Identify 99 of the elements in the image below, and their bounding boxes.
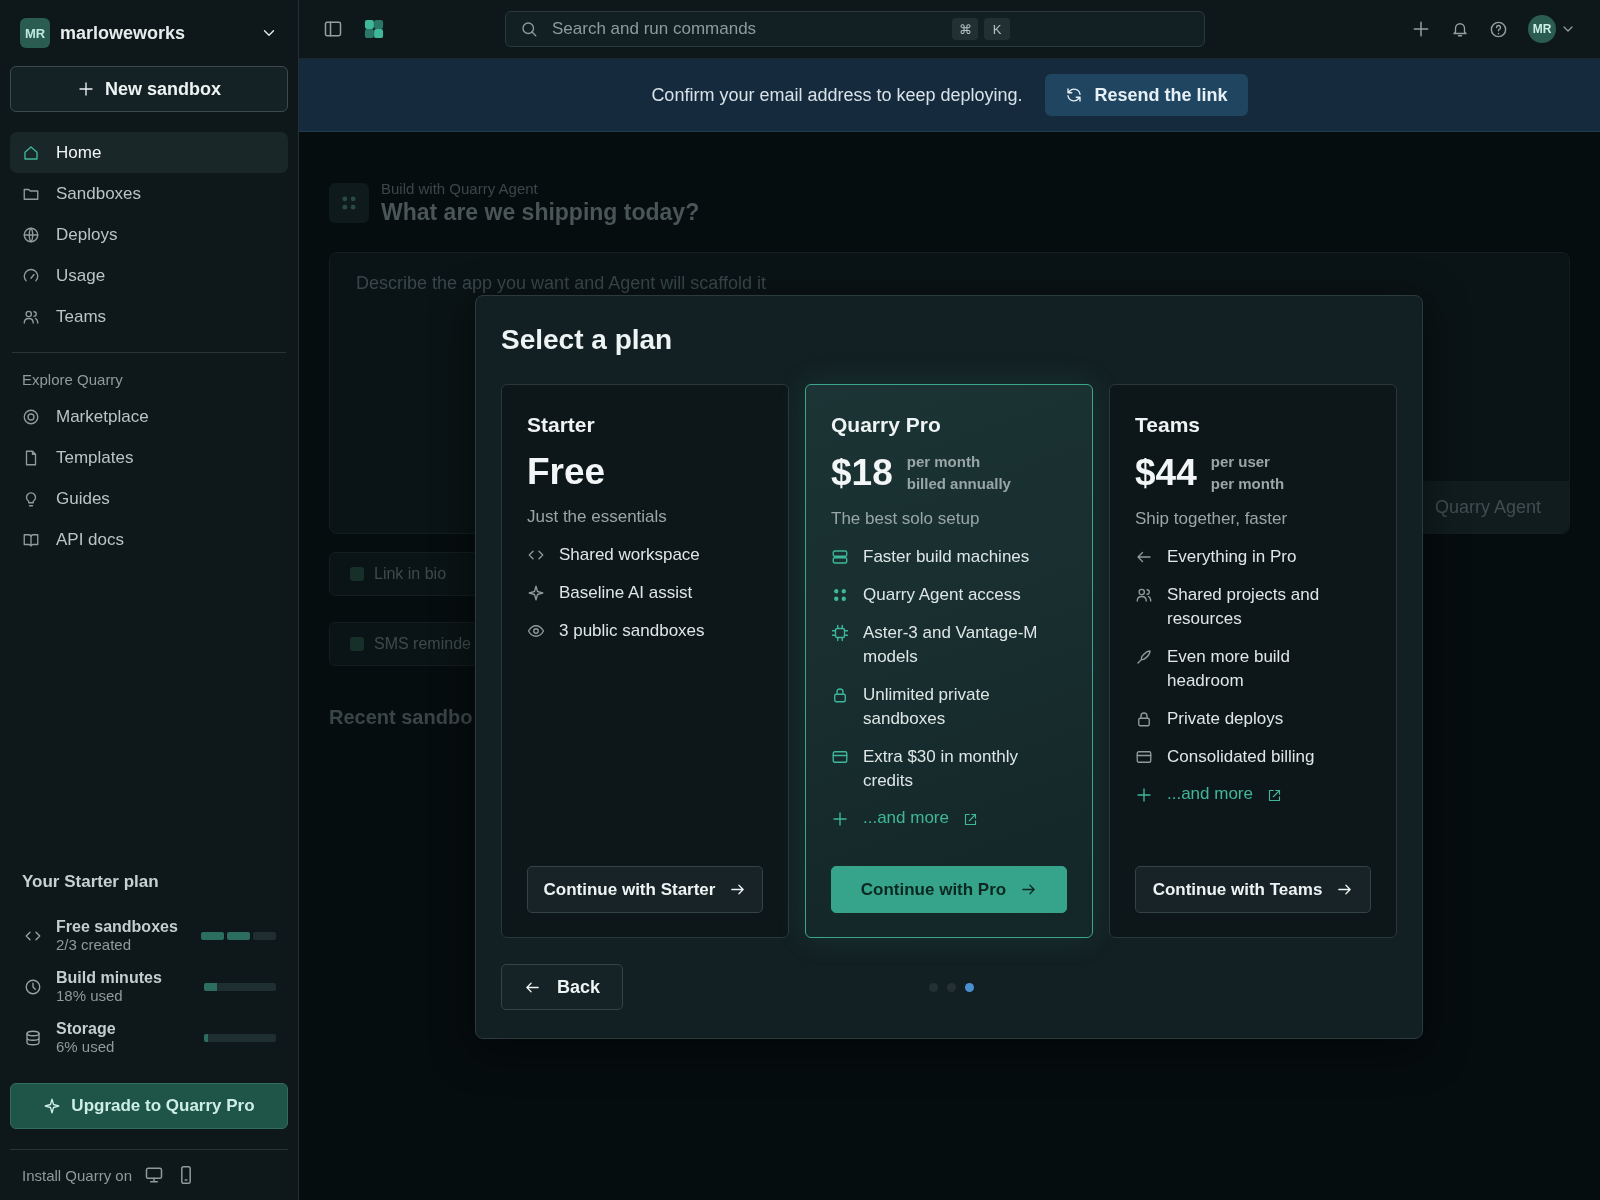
globe-icon (22, 225, 40, 244)
eyebrow-text: Build with Quarry Agent (381, 180, 539, 197)
feature-text: Consolidated billing (1167, 746, 1315, 768)
plan-card[interactable] (805, 384, 1093, 938)
search-field[interactable]: Search and run commands ⌘ K (505, 11, 1205, 47)
feature-text: Quarry Agent access (863, 584, 1021, 606)
price-note: billed annually (906, 474, 1011, 494)
feature-text: Unlimited private sandboxes (863, 684, 991, 730)
back-button[interactable]: Back (501, 964, 624, 1010)
plan-tagline: Ship together, faster (1135, 509, 1289, 529)
checkbox[interactable] (350, 637, 364, 651)
sidebar-toggle-icon[interactable] (323, 19, 343, 39)
refresh-icon (1064, 86, 1083, 104)
continue-button[interactable]: Continue with Teams (1135, 866, 1371, 913)
section-title: Recent sandbo (329, 706, 473, 729)
more-link[interactable]: ...and more (863, 807, 978, 828)
nav-item[interactable]: API docs (10, 519, 288, 560)
price-note: per user (1210, 452, 1271, 472)
plan-name: Teams (1135, 413, 1201, 437)
price-note: per month (1210, 474, 1285, 494)
users-icon (1135, 586, 1153, 604)
plan-name: Starter (527, 413, 596, 437)
pen-icon (1135, 648, 1153, 666)
help-icon[interactable] (1489, 19, 1508, 39)
grid-icon[interactable] (363, 18, 385, 40)
eye-icon (527, 622, 545, 640)
meter-detail: 2/3 created (56, 936, 133, 953)
feature-text: Extra $30 in monthly credits (863, 746, 1019, 792)
clock-icon (24, 977, 42, 996)
nav-item[interactable]: Sandboxes (10, 173, 288, 214)
meter-detail: 18% used (56, 987, 124, 1004)
more-link[interactable]: ...and more (1167, 783, 1282, 804)
page-dot[interactable] (965, 982, 975, 992)
external-link-icon (963, 811, 978, 827)
dialog-title: Select a plan (501, 324, 674, 356)
feature-text: Everything in Pro (1167, 546, 1297, 568)
plan-tagline: The best solo setup (831, 509, 981, 529)
lock-icon (1135, 710, 1153, 728)
shortcut-key: K (984, 18, 1010, 40)
nav-item[interactable]: Teams (10, 296, 288, 337)
bell-icon[interactable] (1451, 20, 1469, 38)
nav-item[interactable]: Guides (10, 478, 288, 519)
feature-text: Aster-3 and Vantage-M models (863, 622, 1039, 668)
credit-card-icon (831, 748, 849, 766)
monitor-icon[interactable] (144, 1165, 165, 1185)
feature-text: Shared projects and resources (1167, 584, 1321, 630)
credit-card-icon (1135, 748, 1153, 766)
sparkle-icon (527, 584, 545, 602)
plan-price: Free (527, 451, 606, 493)
server-icon (831, 548, 849, 566)
search-icon (520, 20, 538, 38)
plus-icon[interactable] (1411, 19, 1431, 39)
nav-item[interactable]: Home (10, 132, 288, 173)
nav-item[interactable]: Deploys (10, 214, 288, 255)
meter-name: Storage (56, 1020, 117, 1038)
continue-button[interactable]: Continue with Pro (831, 866, 1067, 913)
plan-heading: Your Starter plan (21, 872, 160, 893)
meter-detail: 6% used (56, 1038, 116, 1055)
database-icon (24, 1028, 42, 1047)
continue-button[interactable]: Continue with Starter (527, 866, 763, 913)
dots-icon (831, 586, 849, 604)
plan-card[interactable]: Starter Free Just the essentials Shared workspace Baseline AI assist 3 public sandboxes Continue with Starter (501, 384, 789, 938)
nav-item[interactable]: Templates (10, 437, 288, 478)
shortcut-key: ⌘ (952, 18, 978, 40)
plan-price: $44 (1135, 452, 1197, 494)
feature-text: 3 public sandboxes (559, 620, 705, 642)
search-input[interactable]: Search and run commands (550, 18, 940, 40)
checkbox[interactable] (350, 567, 364, 581)
plan-tagline: Just the essentials (527, 507, 668, 527)
feature-text: Baseline AI assist (559, 582, 693, 604)
install-label: Install Quarry on (22, 1166, 133, 1184)
meter-name: Free sandboxes (56, 918, 179, 936)
feature-text: Even more build headroom (1167, 646, 1291, 692)
section-heading: Explore Quarry (21, 371, 124, 390)
page-title: What are we shipping today? (381, 199, 700, 226)
external-link-icon (1267, 787, 1282, 803)
feature-text: Faster build machines (863, 546, 1030, 568)
feature-text: Private deploys (1167, 708, 1284, 730)
plus-icon (77, 80, 95, 98)
plus-icon (831, 810, 849, 828)
plus-icon (1135, 786, 1153, 804)
feature-text: Shared workspace (559, 544, 700, 566)
nav-item[interactable]: Marketplace (10, 396, 288, 437)
sparkle-icon (43, 1097, 62, 1115)
workspace-avatar: MR (20, 18, 50, 48)
resend-link-button[interactable]: Resend the link (1044, 74, 1248, 116)
nav-item[interactable]: Usage (10, 255, 288, 296)
chip-icon (831, 624, 849, 642)
upgrade-button[interactable]: Upgrade to Quarry Pro (10, 1083, 288, 1129)
workspace-name: marloweworks (60, 22, 187, 44)
banner-message: Confirm your email address to keep deploying. (651, 84, 1023, 106)
price-note: per month (906, 452, 982, 472)
plan-price: $18 (831, 452, 893, 494)
plan-name: Quarry Pro (831, 413, 942, 437)
target-icon (22, 407, 40, 426)
new-sandbox-button[interactable]: New sandbox (10, 66, 288, 112)
user-avatar[interactable]: MR (1528, 15, 1556, 43)
meter-name: Build minutes (56, 969, 163, 987)
lock-icon (831, 686, 849, 704)
